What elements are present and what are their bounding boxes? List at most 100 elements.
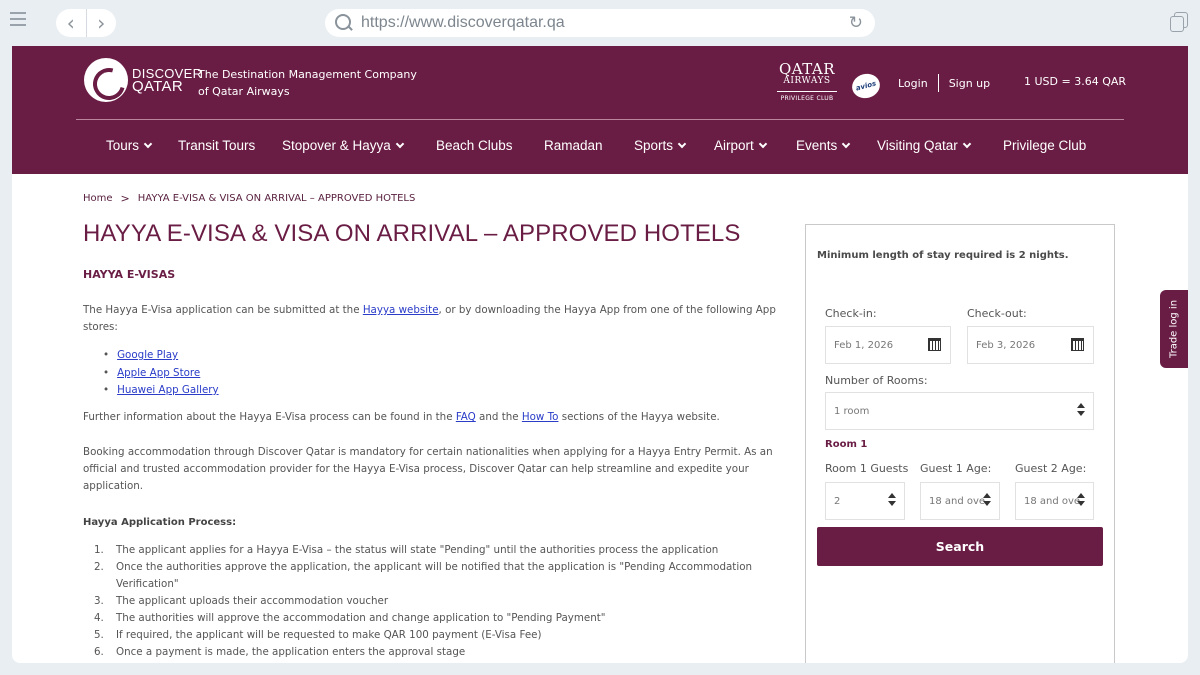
site-header: DISCOVER QATAR The Destination Managemen… — [12, 46, 1188, 174]
signup-link[interactable]: Sign up — [949, 77, 990, 90]
auth-divider — [937, 74, 939, 92]
hayya-website-link[interactable]: Hayya website — [363, 304, 439, 316]
guests-value: 2 — [834, 495, 841, 507]
nav-label: Transit Tours — [178, 138, 256, 153]
checkin-field[interactable]: Feb 1, 2026 — [825, 326, 951, 364]
guest1-age-select[interactable]: 18 and ove — [920, 482, 1000, 520]
chevron-down-icon — [143, 139, 153, 148]
room-heading: Room 1 — [825, 439, 868, 450]
nav-item-airport[interactable]: Airport — [714, 138, 768, 153]
avios-text: avios — [854, 79, 878, 93]
nav-item-events[interactable]: Events — [796, 138, 851, 153]
back-icon[interactable]: ‹ — [56, 9, 87, 37]
booking-paragraph: Booking accommodation through Discover Q… — [83, 446, 773, 492]
chevron-down-icon — [758, 139, 768, 148]
faq-link[interactable]: FAQ — [456, 411, 476, 423]
checkout-label: Check-out: — [967, 307, 1027, 320]
step-text: The applicant uploads their accommodatio… — [116, 595, 389, 607]
logo-emblem-icon — [84, 58, 128, 102]
avios-logo-icon[interactable]: avios — [849, 70, 883, 102]
nav-label: Stopover & Hayya — [282, 138, 391, 153]
chevron-down-icon — [677, 139, 687, 148]
forward-icon[interactable]: › — [87, 9, 117, 37]
checkout-value: Feb 3, 2026 — [976, 339, 1036, 351]
rooms-value: 1 room — [834, 405, 870, 417]
breadcrumb-separator-icon: > — [120, 192, 130, 205]
list-item: Apple App Store — [103, 365, 219, 383]
address-bar[interactable]: https://www.discoverqatar.qa ↻ — [325, 9, 875, 37]
info-paragraph: Further information about the Hayya E-Vi… — [83, 409, 783, 426]
url-text[interactable]: https://www.discoverqatar.qa — [361, 14, 565, 32]
guest2-age-select[interactable]: 18 and ove — [1015, 482, 1094, 520]
logo-line2: QATAR — [132, 78, 183, 95]
list-item: 4. The authorities will approve the accom… — [94, 610, 784, 627]
hamburger-menu-icon[interactable] — [10, 12, 26, 26]
nav-item-ramadan[interactable]: Ramadan — [544, 138, 603, 153]
qatar-airways-logo[interactable]: QATAR AIRWAYS PRIVILEGE CLUB — [777, 62, 837, 102]
calendar-icon[interactable] — [1071, 338, 1084, 351]
guest2-age-label: Guest 2 Age: — [1015, 462, 1087, 475]
breadcrumb-current: HAYYA E-VISA & VISA ON ARRIVAL – APPROVE… — [137, 193, 416, 204]
trade-login-label: Trade log in — [1168, 299, 1180, 359]
step-text: The authorities will approve the accommo… — [116, 612, 606, 624]
nav-label: Airport — [714, 138, 754, 153]
nav-item-transit-tours[interactable]: Transit Tours — [178, 138, 255, 153]
checkout-field[interactable]: Feb 3, 2026 — [967, 326, 1094, 364]
chevron-down-icon — [842, 139, 851, 148]
hotel-booking-panel: Minimum length of stay required is 2 nig… — [805, 224, 1115, 663]
list-item: 3. The applicant uploads their accommodat… — [94, 593, 784, 610]
calendar-icon[interactable] — [928, 338, 941, 351]
auth-links: Login Sign up — [898, 74, 990, 92]
how-to-link[interactable]: How To — [522, 411, 559, 423]
breadcrumb-home[interactable]: Home — [83, 193, 113, 204]
airline-line1: QATAR — [778, 60, 836, 78]
guest1-age-value: 18 and ove — [929, 495, 986, 507]
list-item: 2. Once the authorities approve the appli… — [94, 559, 784, 593]
airline-line2: AIRWAYS — [783, 76, 831, 86]
main-navigation: Tours Transit Tours Stopover & Hayya Bea… — [12, 131, 1188, 161]
login-link[interactable]: Login — [898, 77, 928, 90]
browser-toolbar: ‹ › https://www.discoverqatar.qa ↻ — [0, 0, 1200, 46]
google-play-link[interactable]: Google Play — [117, 349, 178, 361]
list-item: Google Play — [103, 347, 219, 365]
step-text: Once the authorities approve the applica… — [116, 561, 753, 590]
guests-select[interactable]: 2 — [825, 482, 905, 520]
nav-item-beach-clubs[interactable]: Beach Clubs — [436, 138, 513, 153]
list-item: 1. The applicant applies for a Hayya E-Vi… — [94, 542, 784, 559]
nav-item-stopover-hayya[interactable]: Stopover & Hayya — [282, 138, 405, 153]
app-store-list: Google Play Apple App Store Huawei App G… — [103, 347, 219, 400]
select-arrows-icon — [888, 493, 896, 507]
rooms-label: Number of Rooms: — [825, 374, 928, 387]
nav-label: Beach Clubs — [436, 138, 513, 153]
header-tagline: The Destination Management Company of Qa… — [198, 66, 417, 100]
chevron-down-icon — [962, 139, 972, 148]
trade-login-tab[interactable]: Trade log in — [1160, 290, 1188, 368]
nav-label: Ramadan — [544, 138, 603, 153]
nav-item-tours[interactable]: Tours — [106, 138, 153, 153]
tabs-icon[interactable] — [1170, 12, 1188, 32]
nav-item-visiting-qatar[interactable]: Visiting Qatar — [877, 138, 972, 153]
nav-label: Visiting Qatar — [877, 138, 958, 153]
apple-app-store-link[interactable]: Apple App Store — [117, 367, 200, 379]
tagline-line1: The Destination Management Company — [198, 68, 417, 81]
tagline-line2: of Qatar Airways — [198, 85, 290, 98]
logo-text: DISCOVER QATAR — [132, 67, 202, 95]
nav-label: Sports — [634, 138, 674, 153]
nav-item-privilege-club[interactable]: Privilege Club — [1003, 138, 1086, 153]
list-item: 6. Once a payment is made, the applicatio… — [94, 644, 784, 661]
search-button[interactable]: Search — [817, 527, 1103, 566]
intro-text-a: The Hayya E-Visa application can be subm… — [83, 304, 363, 316]
nav-label: Privilege Club — [1003, 138, 1087, 153]
rooms-select[interactable]: 1 room — [825, 392, 1094, 430]
min-stay-note: Minimum length of stay required is 2 nig… — [817, 250, 1069, 261]
info-text-b: and the — [475, 411, 522, 423]
nav-item-sports[interactable]: Sports — [634, 138, 687, 153]
reload-icon[interactable]: ↻ — [849, 13, 863, 33]
huawei-app-gallery-link[interactable]: Huawei App Gallery — [117, 384, 219, 396]
step-text: The applicant applies for a Hayya E-Visa… — [116, 544, 719, 556]
info-text-c: sections of the Hayya website. — [558, 411, 720, 423]
discover-qatar-logo[interactable]: DISCOVER QATAR — [84, 58, 202, 102]
breadcrumb: Home > HAYYA E-VISA & VISA ON ARRIVAL – … — [83, 192, 415, 205]
currency-rate[interactable]: 1 USD = 3.64 QAR — [1024, 75, 1126, 88]
step-text: If required, the applicant will be reque… — [116, 629, 542, 641]
